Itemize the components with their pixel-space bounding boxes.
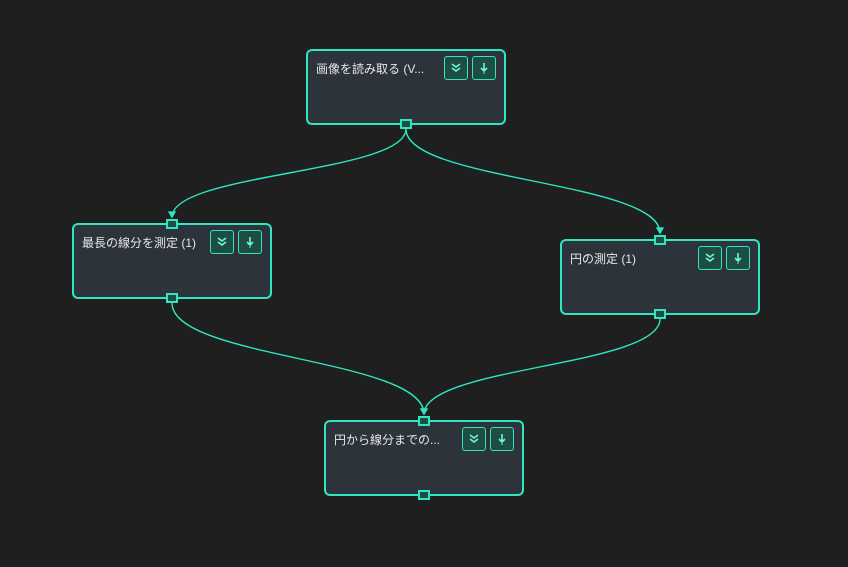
node-input-port[interactable] (418, 416, 430, 426)
node-output-port[interactable] (166, 293, 178, 303)
download-icon[interactable] (472, 56, 496, 80)
download-icon[interactable] (238, 230, 262, 254)
flow-edge (172, 303, 424, 414)
node-header: 円から線分までの... (334, 426, 514, 452)
node-header: 円の測定 (1) (570, 245, 750, 271)
node-title: 画像を読み取る (V... (316, 60, 424, 77)
expand-down-icon[interactable] (698, 246, 722, 270)
expand-down-icon[interactable] (444, 56, 468, 80)
download-icon[interactable] (490, 427, 514, 451)
node-buttons (462, 427, 514, 451)
flow-node[interactable]: 最長の線分を測定 (1) (72, 223, 272, 299)
node-buttons (698, 246, 750, 270)
node-title: 円の測定 (1) (570, 250, 636, 267)
expand-down-icon[interactable] (462, 427, 486, 451)
flow-node[interactable]: 円の測定 (1) (560, 239, 760, 315)
flow-edge (172, 129, 406, 217)
flow-edge (406, 129, 660, 233)
expand-down-icon[interactable] (210, 230, 234, 254)
node-buttons (444, 56, 496, 80)
node-title: 円から線分までの... (334, 431, 440, 448)
node-buttons (210, 230, 262, 254)
node-input-port[interactable] (166, 219, 178, 229)
flow-node[interactable]: 円から線分までの... (324, 420, 524, 496)
node-input-port[interactable] (654, 235, 666, 245)
node-output-port[interactable] (654, 309, 666, 319)
download-icon[interactable] (726, 246, 750, 270)
node-output-port[interactable] (400, 119, 412, 129)
flow-canvas[interactable]: 画像を読み取る (V... 最長の線分を測定 (1) 円の測定 (1) 円から線分まで… (0, 0, 848, 567)
flow-node[interactable]: 画像を読み取る (V... (306, 49, 506, 125)
node-header: 画像を読み取る (V... (316, 55, 496, 81)
node-header: 最長の線分を測定 (1) (82, 229, 262, 255)
node-title: 最長の線分を測定 (1) (82, 234, 196, 251)
flow-edge (424, 319, 660, 414)
node-output-port[interactable] (418, 490, 430, 500)
